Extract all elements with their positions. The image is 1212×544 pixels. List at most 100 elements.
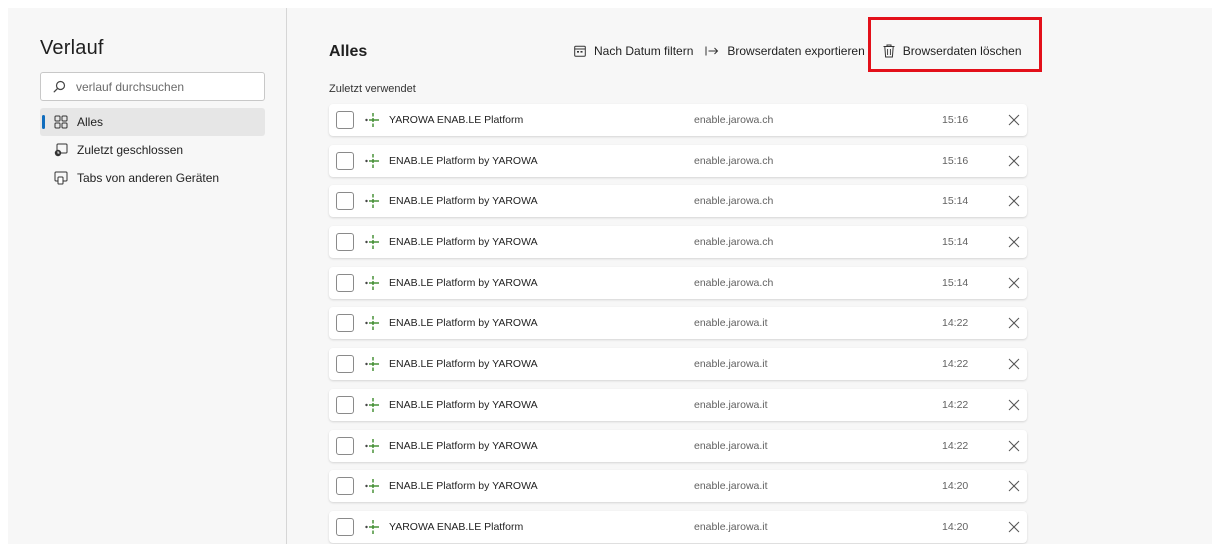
row-url: enable.jarowa.it <box>694 480 768 493</box>
row-title[interactable]: ENAB.LE Platform by YAROWA <box>389 358 694 370</box>
row-url: enable.jarowa.it <box>694 439 768 452</box>
row-title[interactable]: ENAB.LE Platform by YAROWA <box>389 195 694 207</box>
row-time: 15:14 <box>942 276 969 289</box>
row-time: 14:22 <box>942 358 969 371</box>
row-title[interactable]: YAROWA ENAB.LE Platform <box>389 521 694 533</box>
row-url: enable.jarowa.ch <box>694 276 774 289</box>
sidebar-item-alles[interactable]: Alles <box>40 108 265 136</box>
sidebar-item-recently-closed[interactable]: Zuletzt geschlossen <box>40 136 265 164</box>
row-time: 15:14 <box>942 236 969 249</box>
sidebar-item-other-devices[interactable]: Tabs von anderen Geräten <box>40 164 265 192</box>
row-checkbox[interactable] <box>336 111 354 129</box>
close-icon[interactable] <box>1006 356 1022 372</box>
history-row[interactable]: ENAB.LE Platform by YAROWA enable.jarowa… <box>329 470 1027 503</box>
sidebar-title: Verlauf <box>40 37 104 59</box>
sidebar-nav: Alles Zuletzt geschlossen Tabs von ander… <box>40 108 265 192</box>
recently-closed-icon <box>54 143 68 157</box>
clear-browsing-data-button[interactable]: Browserdaten löschen <box>877 39 1028 63</box>
close-icon[interactable] <box>1006 193 1022 209</box>
search-input[interactable] <box>76 79 246 94</box>
history-row[interactable]: ENAB.LE Platform by YAROWA enable.jarowa… <box>329 144 1027 177</box>
row-url: enable.jarowa.it <box>694 317 768 330</box>
row-url: enable.jarowa.it <box>694 358 768 371</box>
row-url: enable.jarowa.ch <box>694 195 774 208</box>
row-title[interactable]: ENAB.LE Platform by YAROWA <box>389 277 694 289</box>
close-icon[interactable] <box>1006 275 1022 291</box>
history-row[interactable]: ENAB.LE Platform by YAROWA enable.jarowa… <box>329 226 1027 259</box>
row-title[interactable]: ENAB.LE Platform by YAROWA <box>389 236 694 248</box>
export-data-button[interactable]: Browserdaten exportieren <box>699 39 870 63</box>
close-icon[interactable] <box>1006 112 1022 128</box>
row-checkbox[interactable] <box>336 273 354 292</box>
site-favicon <box>364 519 380 535</box>
history-row[interactable]: ENAB.LE Platform by YAROWA enable.jarowa… <box>329 388 1027 421</box>
site-favicon <box>364 153 380 169</box>
row-checkbox[interactable] <box>336 517 354 536</box>
row-checkbox[interactable] <box>336 233 354 252</box>
site-favicon <box>364 356 380 372</box>
page-title: Alles <box>329 43 368 60</box>
main-content: Alles Nach Datum filtern Browserdaten ex… <box>288 8 1212 544</box>
site-favicon <box>364 275 380 291</box>
row-time: 14:22 <box>942 398 969 411</box>
row-time: 14:22 <box>942 439 969 452</box>
row-title[interactable]: ENAB.LE Platform by YAROWA <box>389 155 694 167</box>
row-title[interactable]: YAROWA ENAB.LE Platform <box>389 114 694 126</box>
row-time: 14:22 <box>942 317 969 330</box>
row-checkbox[interactable] <box>336 436 354 455</box>
history-page: Verlauf Alles <box>8 8 1212 544</box>
close-icon[interactable] <box>1006 519 1022 535</box>
sidebar: Verlauf Alles <box>8 8 287 544</box>
history-row[interactable]: YAROWA ENAB.LE Platform enable.jarowa.ch… <box>329 104 1027 136</box>
row-title[interactable]: ENAB.LE Platform by YAROWA <box>389 317 694 329</box>
row-time: 14:20 <box>942 520 969 533</box>
filter-by-date-button[interactable]: Nach Datum filtern <box>568 39 699 63</box>
row-checkbox[interactable] <box>336 151 354 170</box>
site-favicon <box>364 234 380 250</box>
close-icon[interactable] <box>1006 234 1022 250</box>
row-checkbox[interactable] <box>336 192 354 211</box>
history-row[interactable]: YAROWA ENAB.LE Platform enable.jarowa.it… <box>329 510 1027 543</box>
site-favicon <box>364 112 380 128</box>
trash-icon <box>883 44 895 58</box>
clear-browsing-data-label: Browserdaten löschen <box>902 44 1022 58</box>
sidebar-item-label: Zuletzt geschlossen <box>77 143 184 157</box>
grid-icon <box>54 115 68 129</box>
site-favicon <box>364 478 380 494</box>
search-box[interactable] <box>40 72 265 101</box>
sidebar-item-label: Alles <box>77 115 104 129</box>
row-time: 15:16 <box>942 154 969 167</box>
close-icon[interactable] <box>1006 478 1022 494</box>
section-label: Zuletzt verwendet <box>329 83 416 95</box>
row-title[interactable]: ENAB.LE Platform by YAROWA <box>389 399 694 411</box>
row-time: 15:16 <box>942 114 969 126</box>
history-row[interactable]: ENAB.LE Platform by YAROWA enable.jarowa… <box>329 429 1027 462</box>
close-icon[interactable] <box>1006 438 1022 454</box>
row-url: enable.jarowa.it <box>694 520 768 533</box>
toolbar: Nach Datum filtern Browserdaten exportie… <box>568 39 1028 63</box>
devices-icon <box>54 171 68 185</box>
history-row[interactable]: ENAB.LE Platform by YAROWA enable.jarowa… <box>329 266 1027 299</box>
row-checkbox[interactable] <box>336 477 354 496</box>
close-icon[interactable] <box>1006 153 1022 169</box>
row-url: enable.jarowa.ch <box>694 114 774 126</box>
history-row[interactable]: ENAB.LE Platform by YAROWA enable.jarowa… <box>329 348 1027 381</box>
history-row[interactable]: ENAB.LE Platform by YAROWA enable.jarowa… <box>329 185 1027 218</box>
history-list: YAROWA ENAB.LE Platform enable.jarowa.ch… <box>329 104 1027 544</box>
row-checkbox[interactable] <box>336 314 354 333</box>
close-icon[interactable] <box>1006 397 1022 413</box>
site-favicon <box>364 397 380 413</box>
row-checkbox[interactable] <box>336 395 354 414</box>
filter-by-date-label: Nach Datum filtern <box>594 44 694 58</box>
row-url: enable.jarowa.ch <box>694 154 774 167</box>
close-icon[interactable] <box>1006 315 1022 331</box>
row-url: enable.jarowa.ch <box>694 236 774 249</box>
row-time: 14:20 <box>942 480 969 493</box>
row-checkbox[interactable] <box>336 355 354 374</box>
export-icon <box>705 46 719 56</box>
row-url: enable.jarowa.it <box>694 398 768 411</box>
row-time: 15:14 <box>942 195 969 208</box>
row-title[interactable]: ENAB.LE Platform by YAROWA <box>389 480 694 492</box>
row-title[interactable]: ENAB.LE Platform by YAROWA <box>389 440 694 452</box>
history-row[interactable]: ENAB.LE Platform by YAROWA enable.jarowa… <box>329 307 1027 340</box>
